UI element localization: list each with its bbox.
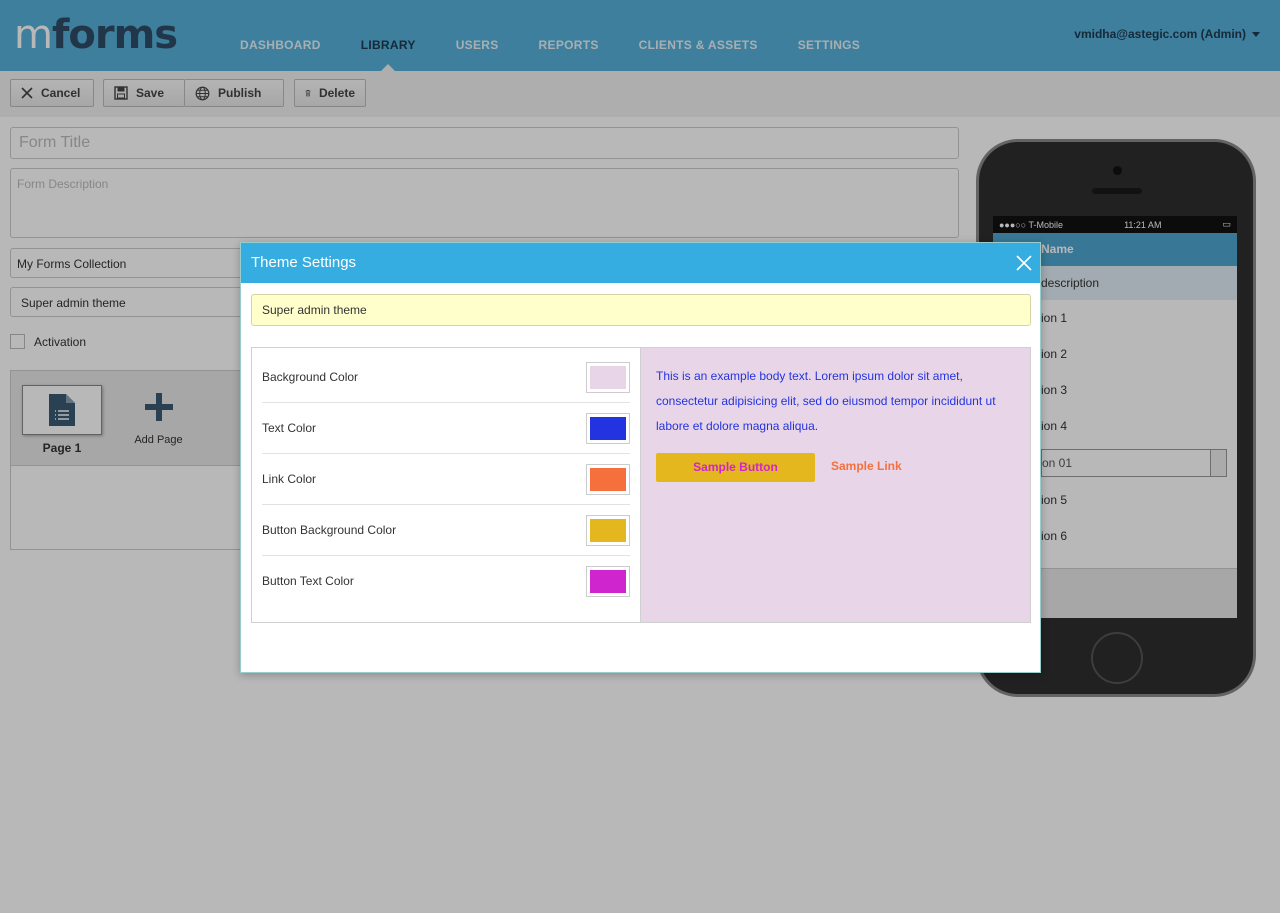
dialog-title: Theme Settings bbox=[251, 254, 357, 271]
text-color-label: Text Color bbox=[262, 421, 317, 435]
button-background-color-label: Button Background Color bbox=[262, 523, 397, 537]
button-text-color-swatch[interactable] bbox=[586, 566, 630, 597]
sample-button[interactable]: Sample Button bbox=[656, 453, 815, 482]
button-text-color-label: Button Text Color bbox=[262, 574, 354, 588]
link-color-swatch[interactable] bbox=[586, 464, 630, 495]
dialog-header: Theme Settings bbox=[241, 243, 1040, 283]
text-color-swatch[interactable] bbox=[586, 413, 630, 444]
link-color-label: Link Color bbox=[262, 472, 317, 486]
preview-body-text: This is an example body text. Lorem ipsu… bbox=[656, 369, 996, 433]
color-row-button-background: Button Background Color bbox=[262, 505, 630, 556]
color-row-link: Link Color bbox=[262, 454, 630, 505]
color-row-text: Text Color bbox=[262, 403, 630, 454]
close-icon[interactable] bbox=[1014, 253, 1034, 273]
theme-preview: This is an example body text. Lorem ipsu… bbox=[640, 347, 1031, 623]
theme-settings-dialog: Theme Settings Super admin theme Backgro… bbox=[240, 242, 1041, 673]
button-background-color-swatch[interactable] bbox=[586, 515, 630, 546]
color-row-button-text: Button Text Color bbox=[262, 556, 630, 607]
color-row-background: Background Color bbox=[262, 352, 630, 403]
background-color-label: Background Color bbox=[262, 370, 359, 384]
sample-link[interactable]: Sample Link bbox=[831, 459, 902, 473]
color-settings-panel: Background Color Text Color Link Color B… bbox=[251, 347, 641, 623]
background-color-swatch[interactable] bbox=[586, 362, 630, 393]
theme-name-input[interactable]: Super admin theme bbox=[251, 294, 1031, 326]
